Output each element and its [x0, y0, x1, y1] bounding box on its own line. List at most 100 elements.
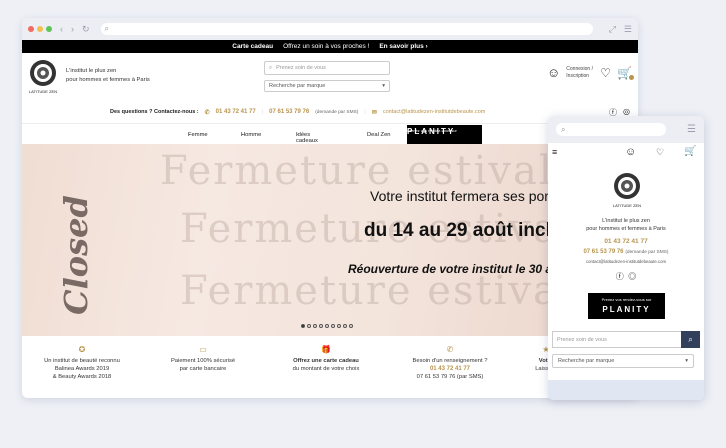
forward-icon[interactable]: ›	[71, 24, 74, 34]
svg-text:LATITUDE ZEN: LATITUDE ZEN	[29, 89, 57, 94]
mobile-phone-1[interactable]: 01 43 72 41 77	[548, 238, 704, 245]
menu-femme[interactable]: Femme ›	[188, 132, 208, 138]
mobile-brand-select[interactable]: Recherche par marque ▾	[552, 354, 694, 368]
pager-dot[interactable]	[337, 324, 341, 328]
search-icon: ⌕	[269, 64, 273, 71]
mobile-phone-2-row: 07 61 53 79 76 (demande par SMS)	[548, 248, 704, 255]
pager-dot[interactable]	[319, 324, 323, 328]
login-link[interactable]: Connexion / Inscription	[566, 66, 594, 80]
feature-info: ✆ Besoin d'un renseignement ? 01 43 72 4…	[404, 346, 496, 381]
mobile-phone-2[interactable]: 07 61 53 79 76	[583, 249, 623, 255]
facebook-icon[interactable]: ⓕ	[616, 272, 624, 281]
header-icons: ☺ Connexion / Inscription ♡ 🛒	[547, 65, 634, 80]
hamburger-icon[interactable]: ☰	[624, 24, 632, 35]
search-button[interactable]: ⌕	[681, 331, 700, 348]
mobile-address-bar[interactable]: ⌕	[556, 123, 666, 136]
menu-idees[interactable]: Idées cadeaux ›	[296, 132, 318, 144]
features-strip: ✪ Un institut de beauté reconnu Balinea A…	[22, 336, 638, 398]
phone-2[interactable]: 07 61 53 79 76	[269, 109, 309, 115]
brand-select[interactable]: Recherche par marque ▾	[264, 80, 390, 92]
mobile-tagline: L'institut le plus zen pour hommes et fem…	[586, 218, 666, 232]
pager-dot[interactable]	[307, 324, 311, 328]
cart-icon[interactable]: 🛒	[617, 66, 634, 80]
tagline: L'institut le plus zen pour hommes et fe…	[66, 67, 166, 85]
mobile-sms-note: (demande par SMS)	[625, 250, 669, 255]
phone-1[interactable]: 01 43 72 41 77	[216, 109, 256, 115]
feature-award: ✪ Un institut de beauté reconnu Balinea A…	[36, 346, 128, 381]
planity-button[interactable]: Prenez vos rendez-vous sur PLANITY	[407, 125, 482, 146]
heart-icon[interactable]: ♡	[600, 66, 611, 80]
search-icon: ⌕	[104, 24, 110, 33]
chevron-down-icon: ▾	[685, 358, 688, 364]
feature-payment: ▭ Paiement 100% sécurisé par carte bancai…	[162, 346, 244, 373]
menu-homme[interactable]: Homme ›	[241, 132, 261, 138]
back-icon[interactable]: ‹	[60, 24, 63, 34]
tagline-line2: pour hommes et femmes à Paris	[66, 77, 150, 83]
search-placeholder: Prenez soin de vous	[276, 65, 326, 71]
pager-dot[interactable]	[313, 324, 317, 328]
promo-message: Offrez un soin à vos proches !	[283, 43, 370, 50]
email-link[interactable]: contact@latitudezen-institutdebeaute.com	[383, 109, 486, 115]
reload-icon[interactable]: ↻	[82, 24, 90, 35]
mobile-header: ≡ ☺ ♡ 🛒	[548, 143, 704, 163]
mobile-logo[interactable]: LATITUDE ZEN	[610, 171, 644, 211]
sms-note: (demande par SMS)	[315, 109, 359, 115]
contact-bar: Des questions ? Contactez-nous : ✆ 01 43…	[110, 107, 630, 117]
pager-dot[interactable]	[343, 324, 347, 328]
hero-banner: Fermeture estivale Fermeture estivale Fe…	[22, 144, 638, 336]
menu-icon[interactable]: ≡	[552, 147, 557, 157]
promo-gift[interactable]: Carte cadeau	[232, 43, 273, 50]
menu-deal[interactable]: Deal Zen	[367, 132, 391, 138]
svg-text:LATITUDE ZEN: LATITUDE ZEN	[613, 203, 641, 208]
browser-chrome: ‹ › ↻ ⌕ ⤢ ☰	[22, 18, 638, 40]
pager-dot[interactable]	[331, 324, 335, 328]
heart-icon[interactable]: ♡	[656, 147, 664, 158]
address-bar[interactable]: ⌕	[100, 23, 593, 35]
pager-dot[interactable]	[325, 324, 329, 328]
promo-bar: Carte cadeau Offrez un soin à vos proche…	[22, 40, 638, 53]
card-icon: ▭	[199, 345, 207, 354]
mobile-browser-window: ⌕ ☰ ≡ ☺ ♡ 🛒 LATITUDE ZEN L'institut le p…	[548, 116, 704, 400]
mobile-social: ⓕ ◎	[548, 271, 704, 282]
instagram-icon[interactable]: ◎	[628, 272, 636, 281]
site-header: LATITUDE ZEN L'institut le plus zen pour…	[22, 53, 638, 101]
chevron-down-icon: ▾	[382, 83, 385, 89]
mail-icon: ✉	[371, 109, 377, 116]
search-input[interactable]: ⌕ Prenez soin de vous	[264, 61, 390, 75]
mobile-chrome: ⌕ ☰	[548, 116, 704, 143]
carousel-pager	[301, 324, 353, 328]
phone-icon: ✆	[204, 109, 210, 116]
contact-question: Des questions ? Contactez-nous :	[110, 109, 199, 115]
mobile-brand-label: Recherche par marque	[558, 358, 615, 364]
mobile-search-placeholder: Prenez soin de vous	[557, 336, 607, 343]
main-menu: Femme › Homme › Idées cadeaux › Deal Zen…	[22, 123, 638, 146]
tagline-line1: L'institut le plus zen	[66, 68, 117, 74]
brand-select-label: Recherche par marque	[269, 83, 326, 89]
mobile-decorative-band	[548, 380, 704, 400]
phone-icon: ✆	[446, 345, 454, 354]
hero-line-3: Réouverture de votre institut le 30 août	[348, 262, 571, 276]
logo[interactable]: LATITUDE ZEN	[26, 58, 60, 96]
search-icon: ⌕	[561, 124, 566, 134]
minimize-dot[interactable]	[37, 26, 43, 32]
feature-gift: 🎁 Offrez une carte cadeau du montant de v…	[280, 346, 372, 373]
mobile-planity-button[interactable]: Prenez vos rendez-vous sur PLANITY	[588, 293, 665, 319]
cart-icon[interactable]: 🛒	[684, 146, 696, 157]
award-icon: ✪	[78, 345, 86, 354]
user-icon[interactable]: ☺	[625, 146, 636, 158]
close-dot[interactable]	[28, 26, 34, 32]
gift-icon: 🎁	[321, 345, 331, 354]
hero-line-1: Votre institut fermera ses portes	[370, 188, 568, 204]
mobile-search-input[interactable]: Prenez soin de vous ⌕	[552, 331, 700, 348]
mobile-email[interactable]: contact@latitudezen-institutdebeaute.com	[548, 259, 704, 264]
hamburger-icon[interactable]: ☰	[687, 124, 696, 135]
hero-line-2: du 14 au 29 août inclus	[364, 220, 574, 241]
pager-dot[interactable]	[301, 324, 305, 328]
expand-icon[interactable]: ⤢	[609, 24, 616, 35]
desktop-browser-window: ‹ › ↻ ⌕ ⤢ ☰ Carte cadeau Offrez un soin …	[22, 18, 638, 398]
maximize-dot[interactable]	[46, 26, 52, 32]
promo-cta[interactable]: En savoir plus ›	[379, 43, 427, 50]
pager-dot[interactable]	[349, 324, 353, 328]
user-icon[interactable]: ☺	[547, 65, 560, 80]
hero-closed-script: Closed	[56, 195, 95, 315]
